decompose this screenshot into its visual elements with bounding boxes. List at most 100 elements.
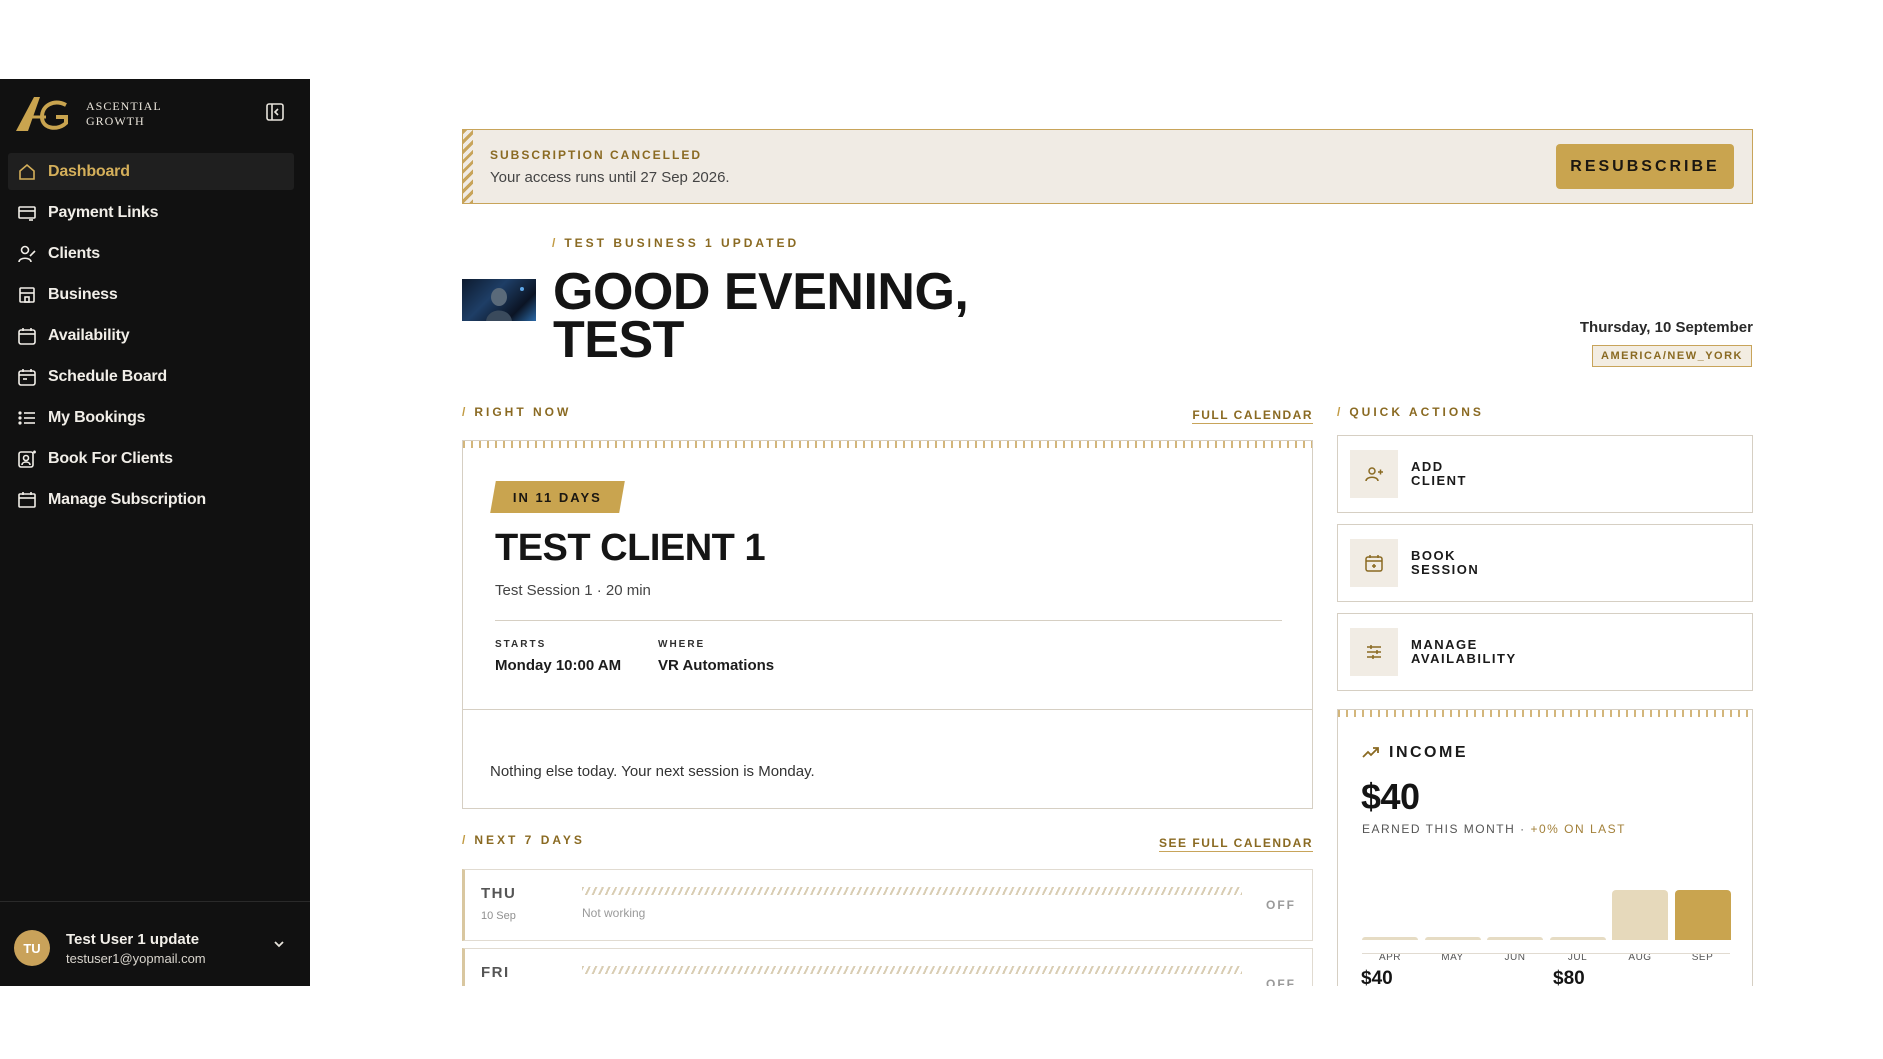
quick-action-label: BOOK SESSION (1411, 549, 1551, 577)
business-tag: / TEST BUSINESS 1 UPDATED (552, 236, 800, 250)
sidebar-item-label: My Bookings (48, 408, 146, 426)
income-bar-may (1424, 937, 1481, 940)
day-date: 10 Sep (481, 910, 516, 922)
right-now-card: IN 11 DAYS TEST CLIENT 1 Test Session 1 … (462, 440, 1313, 809)
sidebar-item-label: Book For Clients (48, 449, 173, 467)
day-row-thu[interactable]: THU 10 Sep Not working OFF (462, 869, 1313, 941)
quick-action-label: ADD CLIENT (1411, 460, 1551, 488)
in-days-text: IN 11 DAYS (513, 489, 602, 505)
qa-line-1: ADD (1411, 459, 1444, 474)
sidebar-item-label: Business (48, 285, 118, 303)
sidebar-item-book-for-clients[interactable]: Book For Clients (8, 440, 294, 477)
sidebar-item-manage-subscription[interactable]: Manage Subscription (8, 481, 294, 518)
subscription-icon (16, 489, 38, 511)
banner-stripe (463, 130, 473, 203)
add-client-button[interactable]: ADD CLIENT (1337, 435, 1753, 513)
sidebar-item-label: Dashboard (48, 162, 130, 180)
brand[interactable]: ASCENTIAL GROWTH (12, 89, 162, 139)
user-menu[interactable]: TU Test User 1 update testuser1@yopmail.… (14, 925, 296, 971)
home-icon (16, 161, 38, 183)
book-session-icon (1350, 539, 1398, 587)
sliders-icon (1350, 628, 1398, 676)
income-title-text: INCOME (1389, 744, 1468, 761)
qa-line-2: SESSION (1411, 562, 1480, 577)
day-hatch (582, 887, 1242, 895)
quick-action-label: MANAGE AVAILABILITY (1411, 638, 1551, 666)
sidebar-item-label: Schedule Board (48, 367, 168, 385)
screenshot-stage: ASCENTIAL GROWTH Dashboard Payment Links (0, 0, 1883, 1059)
qa-line-1: BOOK (1411, 548, 1456, 563)
income-bar-sep (1674, 890, 1731, 940)
sidebar-item-schedule-board[interactable]: Schedule Board (8, 358, 294, 395)
brand-line-1: ASCENTIAL (86, 99, 162, 113)
calendar-icon (16, 325, 38, 347)
clients-icon (16, 243, 38, 265)
greeting-heading: GOOD EVENING, TEST (553, 263, 969, 369)
income-sub-text: EARNED THIS MONTH (1362, 822, 1516, 836)
sidebar: ASCENTIAL GROWTH Dashboard Payment Links (0, 79, 310, 986)
card-separator (463, 709, 1312, 710)
brand-name: ASCENTIAL GROWTH (86, 99, 162, 129)
session-info: Test Session 1 · 20 min (495, 582, 651, 599)
client-name: TEST CLIENT 1 (495, 527, 766, 569)
sidebar-item-clients[interactable]: Clients (8, 235, 294, 272)
sidebar-item-business[interactable]: Business (8, 276, 294, 313)
book-session-button[interactable]: BOOK SESSION (1337, 524, 1753, 602)
sidebar-divider (0, 901, 310, 902)
day-row-fri[interactable]: FRI OFF (462, 948, 1313, 986)
sidebar-item-availability[interactable]: Availability (8, 317, 294, 354)
income-bar-jun (1487, 937, 1543, 940)
collapse-sidebar-button[interactable] (262, 99, 288, 125)
sidebar-item-label: Clients (48, 244, 100, 262)
qa-line-1: MANAGE (1411, 637, 1478, 652)
brand-line-2: GROWTH (86, 114, 145, 128)
card-hatch (1338, 710, 1752, 717)
timezone-badge: AMERICA/NEW_YORK (1592, 345, 1752, 367)
qa-line-2: AVAILABILITY (1411, 651, 1517, 666)
sidebar-item-payment-links[interactable]: Payment Links (8, 194, 294, 231)
day-off-label: OFF (1266, 977, 1296, 986)
quick-actions-label-text: QUICK ACTIONS (1349, 405, 1484, 419)
see-full-calendar-link[interactable]: SEE FULL CALENDAR (1159, 836, 1313, 852)
income-bar-chart: APR MAY JUN JUL AUG SEP (1362, 860, 1731, 963)
trending-up-icon (1362, 747, 1379, 758)
user-name: Test User 1 update (66, 930, 200, 948)
income-delta: +0% ON LAST (1530, 822, 1626, 836)
business-icon (16, 284, 38, 306)
starts-value: Monday 10:00 AM (495, 657, 622, 674)
right-now-label: / RIGHT NOW (462, 405, 572, 419)
add-client-icon (1350, 450, 1398, 498)
card-hatch (463, 441, 1312, 448)
user-info: Test User 1 update testuser1@yopmail.com (66, 931, 206, 966)
resubscribe-button[interactable]: RESUBSCRIBE (1556, 144, 1734, 189)
income-title: INCOME (1362, 744, 1468, 762)
profile-image (462, 279, 536, 321)
manage-availability-button[interactable]: MANAGE AVAILABILITY (1337, 613, 1753, 691)
sidebar-item-my-bookings[interactable]: My Bookings (8, 399, 294, 436)
avatar: TU (14, 930, 50, 966)
list-icon (16, 407, 38, 429)
brand-logo (16, 97, 68, 131)
day-off-label: OFF (1266, 898, 1296, 912)
day-name: FRI (481, 964, 510, 981)
sidebar-item-dashboard[interactable]: Dashboard (8, 153, 294, 190)
app-window: ASCENTIAL GROWTH Dashboard Payment Links (0, 79, 1883, 986)
greeting-line-2: TEST (553, 311, 684, 369)
greeting-line-1: GOOD EVENING, (553, 263, 969, 321)
starts-label: STARTS (495, 639, 547, 650)
quick-actions-label: / QUICK ACTIONS (1337, 405, 1484, 419)
card-divider (495, 620, 1282, 621)
income-bar-jul (1549, 937, 1606, 940)
income-bar-aug (1612, 890, 1668, 940)
banner-title: SUBSCRIPTION CANCELLED (490, 148, 703, 162)
book-clients-icon (16, 448, 38, 470)
income-divider (1362, 953, 1730, 954)
income-stat-1: $40 (1361, 968, 1393, 986)
chevron-down-icon[interactable] (272, 937, 286, 956)
right-now-label-text: RIGHT NOW (474, 405, 572, 419)
sidebar-item-label: Manage Subscription (48, 490, 206, 508)
day-hatch (582, 966, 1242, 974)
full-calendar-link[interactable]: FULL CALENDAR (1192, 408, 1313, 424)
income-stat-2: $80 (1553, 968, 1585, 986)
business-tag-text: TEST BUSINESS 1 UPDATED (564, 236, 800, 250)
